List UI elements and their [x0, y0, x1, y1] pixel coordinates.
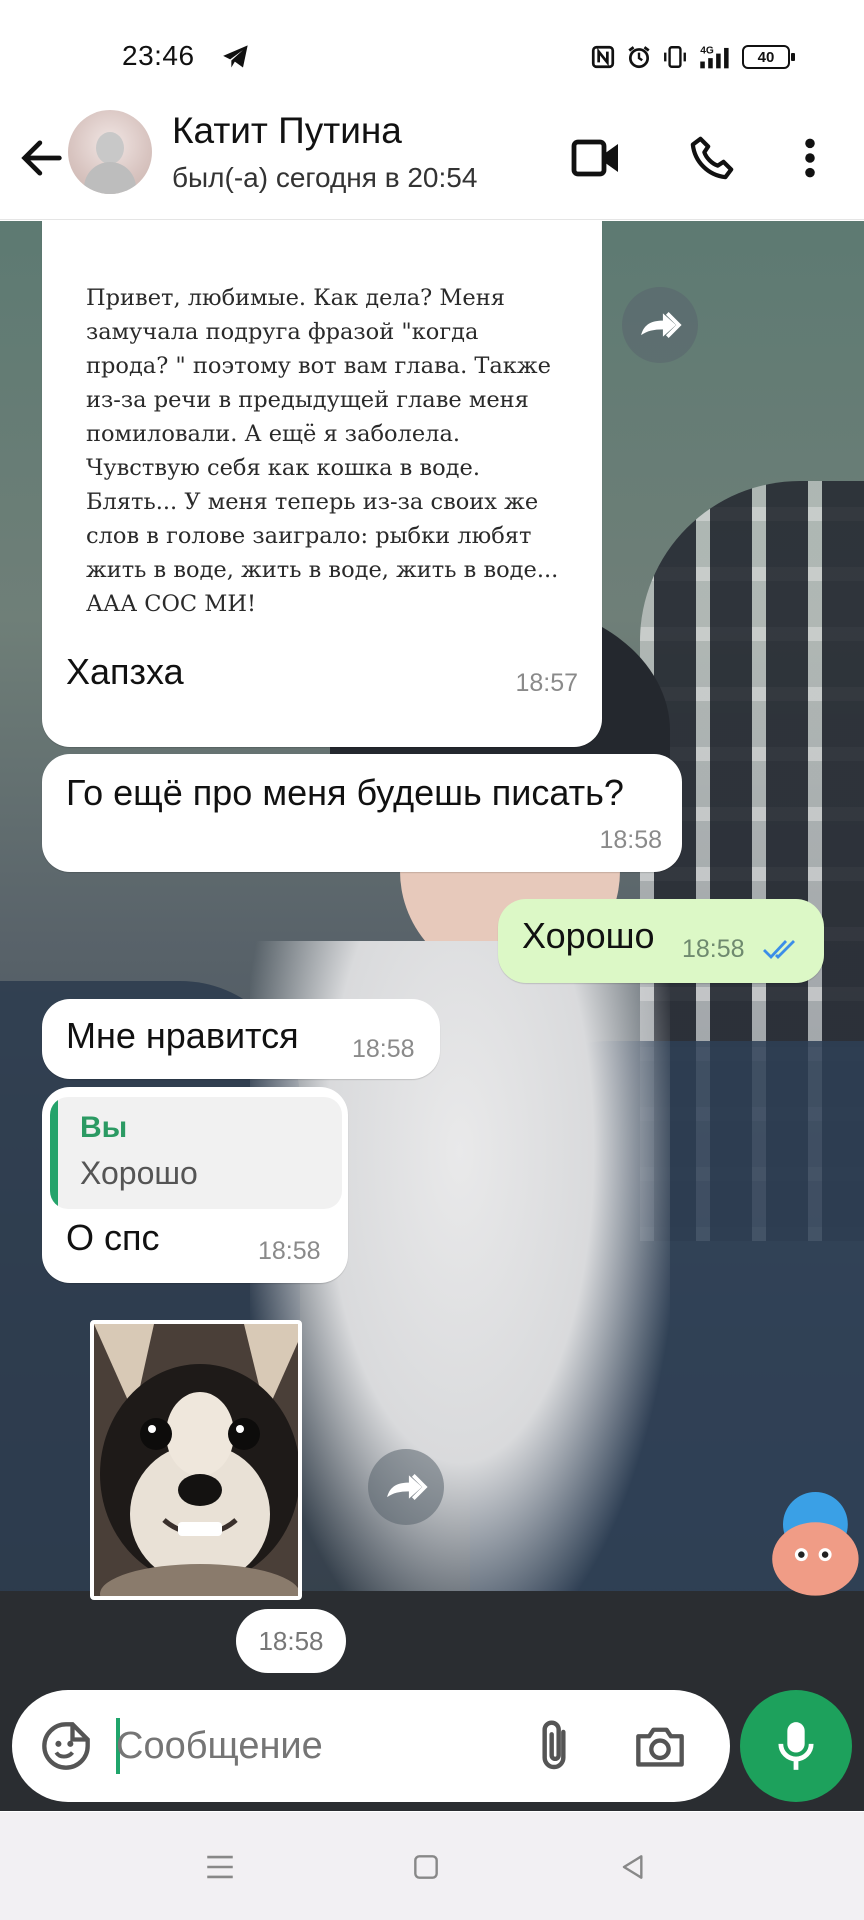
camera-icon[interactable]	[632, 1718, 688, 1774]
read-ticks-icon	[763, 940, 795, 960]
status-time: 23:46	[122, 40, 195, 71]
avatar[interactable]	[68, 110, 152, 194]
chat-header: Катит Путина был(-а) сегодня в 20:54	[0, 110, 864, 220]
chihuahua-picture	[94, 1324, 298, 1596]
message-caption: Хапзха	[66, 651, 184, 692]
sticker-icon[interactable]	[38, 1718, 94, 1774]
nfc-icon	[591, 45, 615, 69]
phone-icon[interactable]	[684, 130, 740, 186]
message-time: 18:58	[258, 1625, 324, 1656]
status-bar: 23:46 4G 40	[0, 0, 864, 110]
quote-text: Хорошо	[80, 1155, 198, 1191]
forward-button[interactable]	[368, 1449, 444, 1525]
quote-author: Вы	[80, 1111, 128, 1144]
shared-text-image[interactable]: Привет, любимые. Как дела? Меня замучала…	[42, 221, 602, 651]
message-text: Го ещё про меня будешь писать?	[66, 772, 624, 813]
vibrate-icon	[664, 46, 686, 68]
message-incoming[interactable]: Го ещё про меня будешь писать? 18:58	[42, 754, 682, 872]
back-arrow-icon[interactable]	[16, 132, 68, 184]
message-composer	[12, 1690, 730, 1802]
message-time: 18:57	[515, 669, 578, 697]
plush-toy	[772, 1492, 859, 1596]
attach-icon[interactable]	[526, 1718, 582, 1774]
status-icons: 4G 40	[590, 42, 795, 72]
alarm-icon	[628, 46, 650, 69]
message-incoming-reply[interactable]: Вы Хорошо О спс 18:58	[42, 1087, 348, 1283]
contact-status: был(-а) сегодня в 20:54	[172, 162, 478, 193]
back-nav-icon[interactable]	[604, 1842, 660, 1892]
image-page-text: Привет, любимые. Как дела? Меня замучала…	[86, 285, 559, 617]
image-time-chip: 18:58	[236, 1609, 346, 1673]
message-outgoing[interactable]: Хорошо 18:58	[498, 899, 824, 983]
forward-button[interactable]	[622, 287, 698, 363]
message-text: О спс	[66, 1217, 160, 1258]
message-time: 18:58	[599, 826, 662, 854]
svg-text:4G: 4G	[700, 46, 714, 57]
dog-image[interactable]	[90, 1320, 302, 1600]
message-text: Мне нравится	[66, 1015, 299, 1056]
video-call-icon[interactable]	[568, 130, 624, 186]
voice-record-button[interactable]	[740, 1690, 852, 1802]
message-incoming[interactable]: Мне нравится 18:58	[42, 999, 440, 1079]
mic-icon	[778, 1722, 814, 1770]
message-time: 18:58	[258, 1237, 321, 1265]
message-time: 18:58	[682, 935, 745, 963]
telegram-icon	[223, 45, 248, 68]
message-text: Хорошо	[522, 915, 655, 956]
contact-name[interactable]: Катит Путина	[172, 110, 402, 152]
battery-icon: 40	[742, 45, 795, 69]
signal-4g-icon: 4G	[700, 46, 729, 69]
message-time: 18:58	[352, 1035, 415, 1063]
home-icon[interactable]	[398, 1842, 454, 1892]
battery-level: 40	[757, 48, 775, 66]
message-input[interactable]	[116, 1720, 516, 1772]
chat-area[interactable]: Привет, любимые. Как дела? Меня замучала…	[0, 221, 864, 1811]
forward-icon	[387, 1474, 428, 1500]
forward-icon	[641, 312, 682, 338]
system-nav-bar	[0, 1812, 864, 1920]
message-incoming-image[interactable]: Привет, любимые. Как дела? Меня замучала…	[42, 221, 602, 747]
quoted-message[interactable]: Вы Хорошо	[50, 1097, 342, 1209]
menu-icon[interactable]	[192, 1842, 248, 1892]
more-vert-icon[interactable]	[782, 130, 838, 186]
